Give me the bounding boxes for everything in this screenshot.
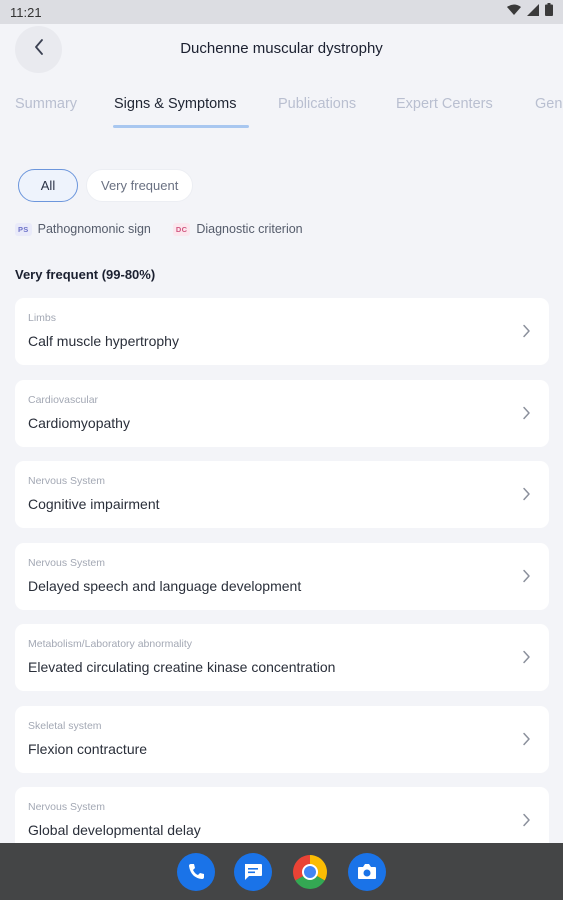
filter-chip-very-frequent[interactable]: Very frequent xyxy=(86,169,194,202)
status-icons xyxy=(507,3,553,21)
status-bar: 11:21 xyxy=(0,0,563,24)
symptom-category: Metabolism/Laboratory abnormality xyxy=(28,638,192,650)
legend-item-dc: DC Diagnostic criterion xyxy=(172,222,303,236)
symptom-category: Nervous System xyxy=(28,475,106,487)
symptom-label: Global developmental delay xyxy=(28,822,201,838)
dc-label: Diagnostic criterion xyxy=(196,222,303,236)
symptom-label: Delayed speech and language development xyxy=(28,578,302,594)
legend: PS Pathognomonic sign DC Diagnostic crit… xyxy=(15,222,325,236)
symptom-card[interactable]: Nervous System Cognitive impairment xyxy=(15,461,549,528)
signal-icon xyxy=(527,3,539,21)
filter-chips: All Very frequent xyxy=(18,169,194,202)
symptom-category: Nervous System xyxy=(28,801,106,813)
ps-badge: PS xyxy=(15,222,32,236)
symptom-card[interactable]: Cardiovascular Cardiomyopathy xyxy=(15,380,549,447)
battery-icon xyxy=(545,3,553,21)
nav-dock xyxy=(0,843,563,900)
page-title: Duchenne muscular dystrophy xyxy=(180,40,383,57)
chevron-right-icon xyxy=(523,569,530,583)
legend-item-ps: PS Pathognomonic sign xyxy=(15,222,151,236)
chrome-icon[interactable] xyxy=(291,853,329,891)
symptom-card[interactable]: Skeletal system Flexion contracture xyxy=(15,706,549,773)
symptom-category: Skeletal system xyxy=(28,720,102,732)
chevron-right-icon xyxy=(523,406,530,420)
symptom-label: Cognitive impairment xyxy=(28,496,160,512)
wifi-icon xyxy=(507,3,521,21)
chevron-right-icon xyxy=(523,732,530,746)
tab-genes[interactable]: Gen xyxy=(535,96,562,112)
messages-icon[interactable] xyxy=(234,852,272,891)
chevron-right-icon xyxy=(523,813,530,827)
tab-summary[interactable]: Summary xyxy=(15,96,77,112)
symptom-label: Calf muscle hypertrophy xyxy=(28,333,179,349)
tab-signs-symptoms[interactable]: Signs & Symptoms xyxy=(114,96,237,112)
symptom-card[interactable]: Nervous System Delayed speech and langua… xyxy=(15,543,549,610)
symptom-label: Flexion contracture xyxy=(28,741,148,757)
camera-icon[interactable] xyxy=(348,852,386,891)
tab-expert-centers[interactable]: Expert Centers xyxy=(396,96,493,112)
tab-bar: Summary Signs & Symptoms Publications Ex… xyxy=(0,86,563,132)
section-title: Very frequent (99-80%) xyxy=(15,267,156,282)
tab-publications[interactable]: Publications xyxy=(278,96,356,112)
app-header: Duchenne muscular dystrophy xyxy=(0,24,563,76)
active-tab-indicator xyxy=(113,125,249,128)
chevron-right-icon xyxy=(523,650,530,664)
chevron-right-icon xyxy=(523,324,530,338)
symptom-card[interactable]: Metabolism/Laboratory abnormality Elevat… xyxy=(15,624,549,691)
filter-chip-all[interactable]: All xyxy=(18,169,78,202)
symptom-label: Cardiomyopathy xyxy=(28,415,130,431)
status-time: 11:21 xyxy=(10,4,42,20)
symptom-category: Nervous System xyxy=(28,557,106,569)
symptom-label: Elevated circulating creatine kinase con… xyxy=(28,659,336,675)
dc-badge: DC xyxy=(172,222,191,236)
phone-icon[interactable] xyxy=(177,852,215,891)
symptom-category: Limbs xyxy=(28,312,57,324)
chevron-right-icon xyxy=(523,487,530,501)
symptom-category: Cardiovascular xyxy=(28,394,99,406)
symptom-card[interactable]: Limbs Calf muscle hypertrophy xyxy=(15,298,549,365)
symptom-card[interactable]: Nervous System Global developmental dela… xyxy=(15,787,549,843)
ps-label: Pathognomonic sign xyxy=(37,222,151,236)
